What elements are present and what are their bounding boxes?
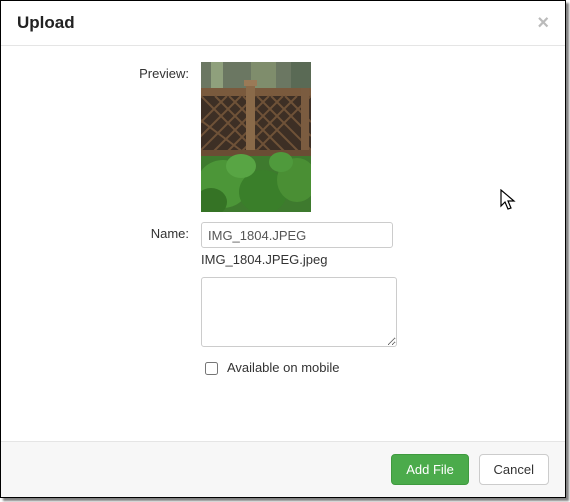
available-mobile-checkbox[interactable] [205,362,218,375]
modal-body: Preview: [1,46,565,441]
cancel-button[interactable]: Cancel [479,454,549,485]
description-textarea[interactable] [201,277,397,347]
name-input[interactable] [201,222,393,248]
preview-label: Preview: [21,62,201,81]
close-icon: × [537,12,549,34]
modal-title: Upload [17,13,75,33]
modal-footer: Add File Cancel [1,441,565,497]
filename-display: IMG_1804.JPEG.jpeg [201,252,393,267]
modal-header: Upload × [1,1,565,46]
name-label: Name: [21,222,201,241]
close-button[interactable]: × [537,13,549,33]
add-file-button[interactable]: Add File [391,454,469,485]
available-mobile-label: Available on mobile [227,360,340,377]
upload-modal: Upload × Preview: [0,0,566,498]
preview-image [201,62,311,212]
